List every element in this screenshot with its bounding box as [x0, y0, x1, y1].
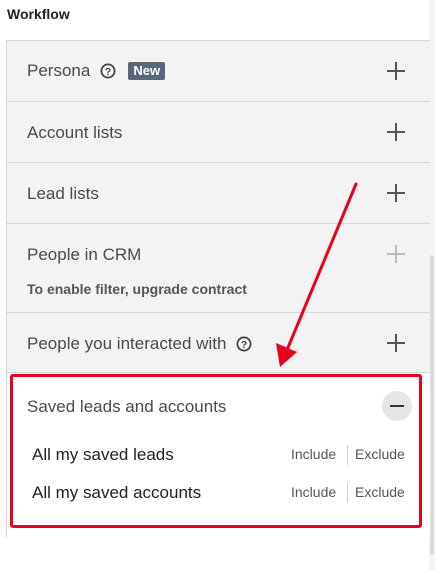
expand-lead-lists-button[interactable]	[387, 184, 405, 202]
option-label: All my saved accounts	[32, 483, 202, 502]
include-button[interactable]: Include	[291, 446, 336, 462]
expand-persona-button[interactable]	[387, 62, 405, 80]
collapse-saved-button[interactable]	[382, 391, 412, 421]
expand-people-interacted-button[interactable]	[387, 334, 405, 352]
exclude-button[interactable]: Exclude	[355, 446, 405, 462]
saved-section-title: Saved leads and accounts	[27, 397, 227, 416]
saved-option-row: All my saved accounts Include Exclude	[7, 481, 430, 505]
help-icon[interactable]: ?	[100, 63, 116, 79]
divider	[347, 445, 348, 465]
filter-label: Account lists	[27, 123, 123, 142]
filter-row-account-lists[interactable]: Account lists	[7, 101, 430, 163]
expand-people-in-crm-button-disabled	[387, 245, 405, 263]
include-button[interactable]: Include	[291, 484, 336, 500]
filter-row-persona[interactable]: Persona ? New	[7, 40, 430, 102]
new-badge: New	[128, 62, 166, 80]
section-title: Workflow	[7, 6, 70, 22]
filter-row-people-interacted[interactable]: People you interacted with ?	[7, 312, 430, 373]
filter-label: Lead lists	[27, 184, 99, 203]
filter-panel: Persona ? New Account lists Lead lists P…	[6, 40, 430, 537]
saved-option-row: All my saved leads Include Exclude	[7, 443, 430, 467]
svg-text:?: ?	[105, 67, 111, 78]
filter-label: Persona	[27, 61, 91, 80]
filter-label: People you interacted with	[27, 334, 227, 353]
svg-text:?: ?	[241, 340, 247, 351]
filter-row-people-in-crm: People in CRM To enable filter, upgrade …	[7, 223, 430, 313]
help-icon[interactable]: ?	[236, 336, 252, 352]
scrollbar-thumb[interactable]	[430, 255, 434, 555]
saved-leads-section: Saved leads and accounts All my saved le…	[7, 372, 430, 537]
exclude-button[interactable]: Exclude	[355, 484, 405, 500]
filter-label: People in CRM	[27, 245, 142, 264]
upgrade-note: To enable filter, upgrade contract	[27, 281, 247, 297]
divider	[347, 483, 348, 503]
option-label: All my saved leads	[32, 445, 174, 464]
expand-account-lists-button[interactable]	[387, 123, 405, 141]
filter-row-lead-lists[interactable]: Lead lists	[7, 162, 430, 224]
